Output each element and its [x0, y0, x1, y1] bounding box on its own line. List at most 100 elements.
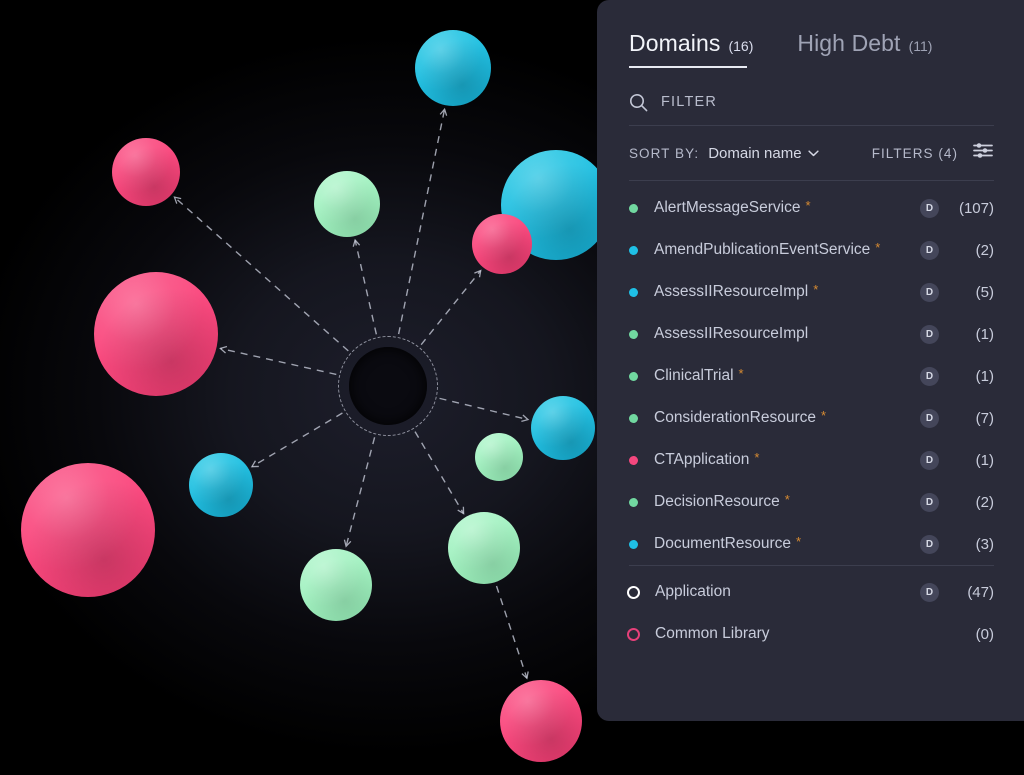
- tab-high-debt[interactable]: High Debt (11): [797, 30, 932, 68]
- graph-node-bubble[interactable]: [475, 433, 523, 481]
- graph-edge-arrow: [457, 506, 465, 515]
- flag-asterisk-icon: *: [875, 239, 881, 255]
- domain-status-dot: [629, 371, 638, 381]
- graph-node-bubble[interactable]: [472, 214, 532, 274]
- domain-row[interactable]: ClinicalTrial * D (1): [629, 355, 994, 397]
- domain-badge: D: [920, 450, 939, 470]
- graph-edge: [345, 437, 376, 547]
- domain-row-meta: D (7): [920, 408, 994, 428]
- group-count: (0): [975, 625, 994, 643]
- domain-status-dot: [629, 497, 638, 507]
- side-panel: Domains (16) High Debt (11) FILTER SORT …: [597, 0, 1024, 721]
- domain-row-meta: D (1): [920, 450, 994, 470]
- domain-name: DecisionResource: [654, 493, 780, 510]
- flag-asterisk-icon: *: [784, 491, 790, 507]
- domain-row[interactable]: AlertMessageService * D (107): [629, 187, 994, 229]
- graph-edge: [439, 397, 529, 421]
- tab-high-debt-label: High Debt: [797, 30, 901, 56]
- domain-badge: D: [920, 534, 939, 554]
- domain-name: CTApplication: [654, 451, 750, 468]
- group-name: Common Library: [655, 625, 770, 642]
- graph-node-bubble[interactable]: [189, 453, 253, 517]
- domain-row[interactable]: AssessIIResourceImpl D (1): [629, 313, 994, 355]
- domain-row-meta: D (2): [920, 240, 994, 260]
- search-input[interactable]: FILTER: [661, 94, 717, 110]
- graph-edges: [173, 107, 530, 680]
- domain-status-dot: [629, 455, 638, 465]
- domain-row[interactable]: DecisionResource * D (2): [629, 481, 994, 523]
- domain-status-dot: [629, 329, 638, 339]
- flag-asterisk-icon: *: [754, 449, 760, 465]
- flag-asterisk-icon: *: [813, 281, 819, 297]
- flag-asterisk-icon: *: [820, 407, 827, 423]
- graph-canvas[interactable]: [0, 0, 620, 775]
- domain-row[interactable]: CTApplication * D (1): [629, 439, 994, 481]
- graph-node-bubble[interactable]: [314, 171, 380, 237]
- graph-node-bubble[interactable]: [448, 512, 520, 584]
- domain-name: ClinicalTrial: [654, 367, 734, 384]
- flag-asterisk-icon: *: [805, 197, 811, 213]
- sort-row: SORT BY: Domain name FILTERS (4): [629, 126, 994, 180]
- group-count: (47): [967, 583, 994, 601]
- domain-row[interactable]: ConsiderationResource * D (7): [629, 397, 994, 439]
- domain-row[interactable]: AssessIIResourceImpl * D (5): [629, 271, 994, 313]
- group-ring-icon: [627, 627, 640, 641]
- group-row[interactable]: Common Library (0): [627, 613, 994, 655]
- domain-row-meta: D (5): [920, 282, 994, 302]
- domain-count: (2): [975, 493, 994, 511]
- domain-row[interactable]: AmendPublicationEventService * D (2): [629, 229, 994, 271]
- graph-edge: [414, 431, 465, 514]
- sliders-icon: [973, 142, 994, 164]
- search-icon: [629, 93, 648, 112]
- domain-list: AlertMessageService * D (107) AmendPublicati…: [629, 181, 994, 565]
- group-name: Application: [655, 583, 731, 600]
- graph-edge-arrow: [521, 414, 530, 423]
- filters-button[interactable]: FILTERS (4): [872, 142, 994, 164]
- group-ring-icon: [627, 585, 640, 599]
- flag-asterisk-icon: *: [795, 533, 802, 549]
- domain-count: (1): [975, 367, 994, 385]
- domain-status-dot: [629, 245, 638, 255]
- graph-node-bubble[interactable]: [500, 680, 582, 762]
- group-list: Application D (47) Common Library (0): [627, 566, 994, 655]
- domain-badge: D: [920, 282, 939, 302]
- group-row-meta: (0): [950, 626, 994, 643]
- domain-row-meta: D (3): [920, 534, 994, 554]
- domain-row-meta: D (107): [920, 198, 994, 218]
- domain-row-meta: D (1): [920, 366, 994, 386]
- tab-domains[interactable]: Domains (16): [629, 30, 753, 68]
- filter-search-row[interactable]: FILTER: [629, 79, 994, 125]
- chevron-down-icon: [807, 149, 819, 157]
- domain-status-dot: [629, 413, 638, 423]
- domain-row[interactable]: DocumentResource * D (3): [629, 523, 994, 565]
- domain-badge: D: [920, 240, 939, 260]
- tab-bar: Domains (16) High Debt (11): [629, 0, 994, 68]
- hub-node[interactable]: [349, 347, 427, 425]
- graph-node-bubble[interactable]: [415, 30, 491, 106]
- filters-button-label: FILTERS (4): [871, 145, 958, 161]
- graph-edge: [397, 109, 446, 335]
- sort-select[interactable]: Domain name: [708, 145, 819, 162]
- domain-badge: D: [920, 408, 939, 428]
- domain-count: (2): [975, 241, 994, 259]
- domain-row-meta: D (1): [920, 324, 994, 344]
- group-row[interactable]: Application D (47): [627, 571, 994, 613]
- domain-name: AlertMessageService: [654, 199, 801, 216]
- domain-name: DocumentResource: [654, 535, 791, 552]
- sort-by-label: SORT BY:: [629, 145, 700, 161]
- graph-edge: [354, 239, 378, 335]
- domain-name: ConsiderationResource: [654, 409, 816, 426]
- graph-edge-arrow: [474, 269, 482, 278]
- domain-status-dot: [629, 539, 638, 549]
- tab-domains-count: (16): [728, 38, 754, 54]
- graph-node-bubble[interactable]: [94, 272, 218, 396]
- domain-count: (1): [975, 325, 994, 343]
- domain-name: AmendPublicationEventService: [654, 241, 871, 258]
- graph-node-bubble[interactable]: [21, 463, 155, 597]
- domain-count: (1): [975, 451, 994, 469]
- graph-node-bubble[interactable]: [112, 138, 180, 206]
- graph-node-bubble[interactable]: [300, 549, 372, 621]
- graph-edge: [220, 347, 337, 376]
- tab-domains-label: Domains: [629, 30, 721, 56]
- graph-node-bubble[interactable]: [531, 396, 595, 460]
